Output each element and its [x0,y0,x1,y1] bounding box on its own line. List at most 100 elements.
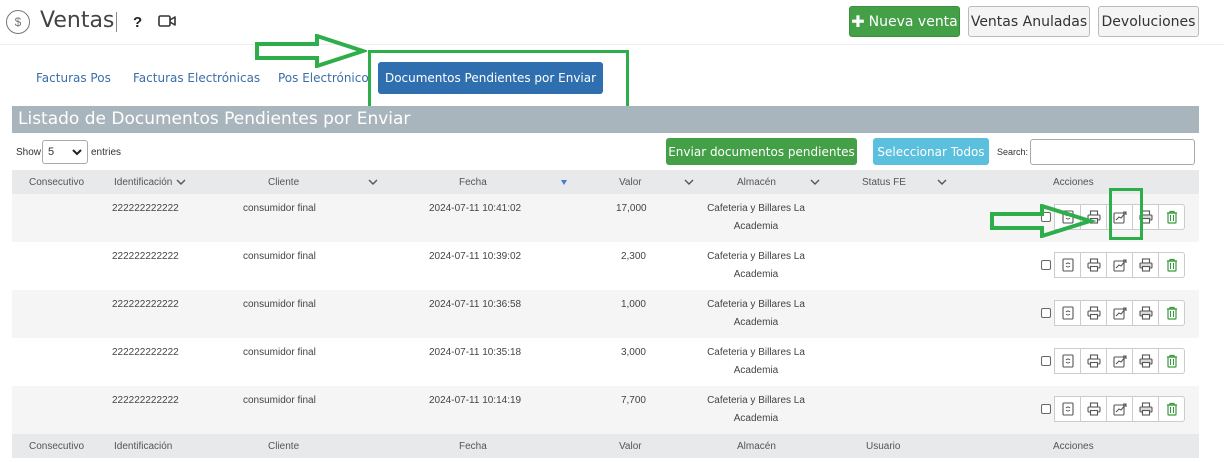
entries-select-value: 5 [48,146,55,158]
row-checkbox[interactable] [1041,308,1051,318]
search-input[interactable] [1030,139,1195,165]
cell-almacen-line2: Academia [733,365,779,376]
cell-almacen-line2: Academia [733,269,779,280]
send-chart-icon [1112,306,1127,320]
tab-pos-electronico[interactable]: Pos Electrónico [278,71,369,85]
foot-identificacion: Identificación [114,441,173,452]
trash-icon [1165,402,1179,416]
print-button[interactable] [1080,396,1107,422]
money-bag-icon: $ [6,10,30,34]
chevron-down-icon[interactable] [810,178,820,186]
print-alt-button[interactable] [1132,348,1159,374]
send-chart-button[interactable] [1106,300,1133,326]
col-almacen[interactable]: Almacén [737,177,776,188]
select-all-button[interactable]: Seleccionar Todos [873,138,989,165]
print-icon [1086,402,1101,416]
send-chart-icon [1112,258,1127,272]
print-alt-button[interactable] [1132,396,1159,422]
sync-document-button[interactable] [1054,396,1081,422]
foot-consecutivo: Consecutivo [29,441,85,452]
cell-valor: 7,700 [620,395,646,406]
send-chart-button[interactable] [1106,348,1133,374]
cell-identificacion: 222222222222 [112,347,179,358]
panel-title: Listado de Documentos Pendientes por Env… [12,106,1199,133]
cell-fecha: 2024-07-11 10:39:02 [429,251,522,262]
col-status-fe[interactable]: Status FE [862,177,906,188]
foot-acciones: Acciones [1053,441,1094,452]
print-alt-button[interactable] [1132,300,1159,326]
entries-label: entries [91,147,122,158]
send-chart-icon [1112,354,1127,368]
print-button[interactable] [1080,300,1107,326]
row-checkbox[interactable] [1041,356,1051,366]
cell-identificacion: 222222222222 [112,203,179,214]
row-actions [1041,252,1185,278]
tab-facturas-electronicas[interactable]: Facturas Electrónicas [133,71,260,85]
cell-valor: 17,000 [616,203,647,214]
sync-document-icon [1061,354,1075,368]
print-icon [1086,306,1101,320]
sync-document-icon [1061,306,1075,320]
print-alt-button[interactable] [1132,252,1159,278]
print-alt-icon [1138,354,1153,368]
col-fecha[interactable]: Fecha [459,177,487,188]
print-button[interactable] [1080,348,1107,374]
cell-cliente: consumidor final [243,251,316,262]
print-button[interactable] [1080,252,1107,278]
cell-almacen-line2: Academia [733,317,779,328]
col-identificacion[interactable]: Identificación [114,177,186,188]
col-acciones: Acciones [1053,177,1094,188]
sync-document-icon [1061,402,1075,416]
chevron-down-icon[interactable] [937,178,947,186]
sort-desc-icon[interactable] [561,180,567,185]
video-icon[interactable] [158,14,176,33]
new-sale-button[interactable]: ✚ Nueva venta [849,6,960,37]
foot-valor: Valor [619,441,642,452]
send-chart-button[interactable] [1106,252,1133,278]
col-identificacion-label: Identificación [114,177,173,188]
trash-icon [1165,210,1179,224]
sync-document-button[interactable] [1054,300,1081,326]
returns-button[interactable]: Devoluciones [1098,6,1199,37]
cell-almacen-line1: Cafeteria y Billares La [707,395,805,406]
cell-fecha: 2024-07-11 10:35:18 [429,347,522,358]
trash-button[interactable] [1158,348,1185,374]
cell-almacen-line1: Cafeteria y Billares La [707,203,805,214]
trash-button[interactable] [1158,252,1185,278]
plus-icon: ✚ [851,12,865,31]
trash-icon [1165,354,1179,368]
trash-button[interactable] [1158,204,1185,230]
chevron-down-icon[interactable] [684,178,694,186]
chevron-down-icon[interactable] [368,178,378,186]
cell-identificacion: 222222222222 [112,299,179,310]
page-title: Ventas [40,8,115,33]
table-header: Consecutivo Identificación Cliente Fecha… [12,170,1199,194]
trash-button[interactable] [1158,300,1185,326]
cell-almacen: Cafeteria y Billares La Academia [686,200,826,236]
print-alt-icon [1138,402,1153,416]
col-valor[interactable]: Valor [619,177,642,188]
tab-facturas-pos[interactable]: Facturas Pos [36,71,111,85]
sync-document-button[interactable] [1054,252,1081,278]
col-cliente[interactable]: Cliente [268,177,299,188]
voided-sales-button[interactable]: Ventas Anuladas [968,6,1090,37]
cell-almacen-line2: Academia [733,221,779,232]
sync-document-icon [1061,258,1075,272]
help-icon[interactable]: ? [133,14,142,31]
row-checkbox[interactable] [1041,260,1051,270]
sync-document-button[interactable] [1054,348,1081,374]
chevron-down-icon [176,179,186,186]
cell-almacen: Cafeteria y Billares La Academia [686,344,826,380]
send-pending-button[interactable]: Enviar documentos pendientes [666,138,857,165]
cell-cliente: consumidor final [243,395,316,406]
col-consecutivo[interactable]: Consecutivo [29,177,84,188]
annotation-highlight-action [1109,188,1143,240]
cell-almacen-line1: Cafeteria y Billares La [707,251,805,262]
trash-button[interactable] [1158,396,1185,422]
cell-fecha: 2024-07-11 10:36:58 [429,299,522,310]
annotation-arrow-tab [255,34,367,68]
send-chart-button[interactable] [1106,396,1133,422]
row-checkbox[interactable] [1041,404,1051,414]
entries-select[interactable]: 5 [42,140,88,164]
trash-icon [1165,258,1179,272]
